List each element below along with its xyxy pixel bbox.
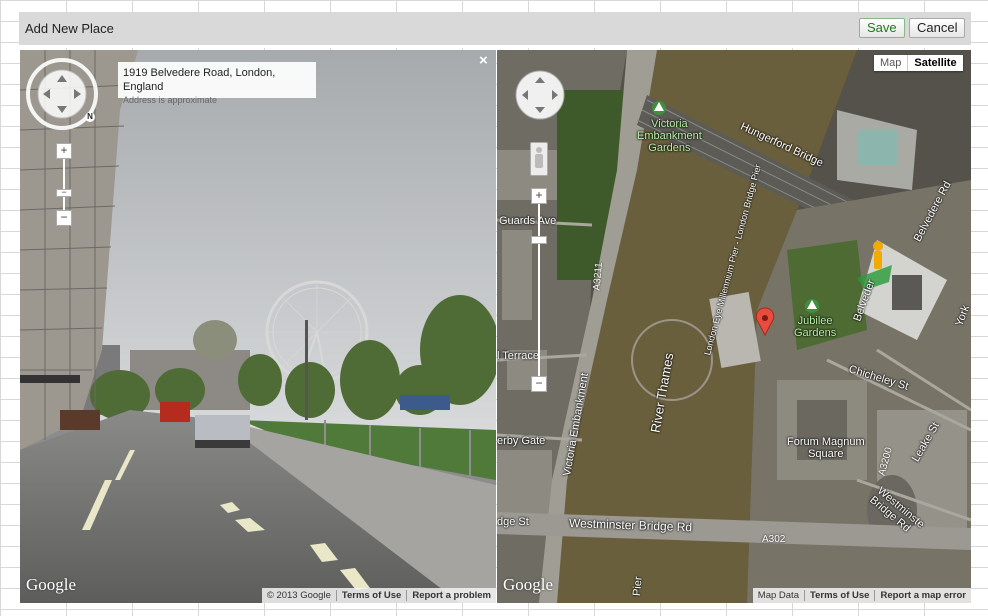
map-label-erby-gate: erby Gate <box>497 435 546 447</box>
map-google-logo: Google <box>503 575 554 594</box>
map-label-a302: A302 <box>762 534 786 545</box>
google-logo: Google <box>26 575 77 594</box>
map-label-forum-magnum: Forum Magnum Square <box>787 436 865 460</box>
map-label-jubilee-gardens: Jubilee Gardens <box>794 315 837 339</box>
streetview-attribution: © 2013 Google Terms of Use Report a prob… <box>261 588 496 603</box>
address-text: 1919 Belvedere Road, London, England <box>123 67 276 93</box>
copyright-text: © 2013 Google <box>266 590 331 601</box>
map-label-pier: Pier <box>631 575 645 597</box>
map-type-map-button[interactable]: Map <box>874 55 909 71</box>
map-zoom-track[interactable] <box>538 200 540 378</box>
dialog-title: Add New Place <box>25 21 114 36</box>
map-panel[interactable]: Victoria Embankment Gardens Hungerford B… <box>497 50 971 603</box>
zoom-handle[interactable]: − <box>56 188 72 197</box>
cancel-button[interactable]: Cancel <box>909 18 966 38</box>
map-zoom-in-button[interactable]: + <box>531 188 547 204</box>
street-view-image[interactable] <box>20 50 496 603</box>
close-icon[interactable]: × <box>479 52 488 69</box>
map-type-satellite-button[interactable]: Satellite <box>908 55 962 71</box>
map-zoom-handle[interactable] <box>531 236 547 244</box>
report-map-error-link[interactable]: Report a map error <box>874 590 971 601</box>
dialog-header: Add New Place Save Cancel <box>19 12 971 48</box>
save-button[interactable]: Save <box>859 18 905 38</box>
map-label-guards-ave: Guards Ave <box>499 215 557 227</box>
map-data-link[interactable]: Map Data <box>753 590 804 601</box>
map-attribution: Map Data Terms of Use Report a map error <box>752 588 971 603</box>
map-label-victoria-gardens: Victoria Embankment Gardens <box>637 118 702 154</box>
terms-of-use-link[interactable]: Terms of Use <box>335 590 406 601</box>
report-problem-link[interactable]: Report a problem <box>406 590 496 601</box>
map-terms-of-use-link[interactable]: Terms of Use <box>803 590 874 601</box>
zoom-out-button[interactable]: − <box>56 210 72 226</box>
map-label-dge-st: dge St <box>497 516 529 528</box>
map-type-control: Map Satellite <box>874 55 963 71</box>
map-pan-control[interactable] <box>514 69 566 121</box>
map-label-terrace: l Terrace <box>497 350 539 362</box>
pegman-icon[interactable] <box>530 142 548 176</box>
street-view-panel[interactable]: N + − − 1919 Belvedere Road, London, Eng… <box>20 50 496 603</box>
address-box: 1919 Belvedere Road, London, England Add… <box>118 62 316 105</box>
address-note: Address is approximate <box>123 95 218 105</box>
zoom-in-button[interactable]: + <box>56 143 72 159</box>
compass-north-label: N <box>85 112 95 122</box>
map-zoom-out-button[interactable]: − <box>531 376 547 392</box>
